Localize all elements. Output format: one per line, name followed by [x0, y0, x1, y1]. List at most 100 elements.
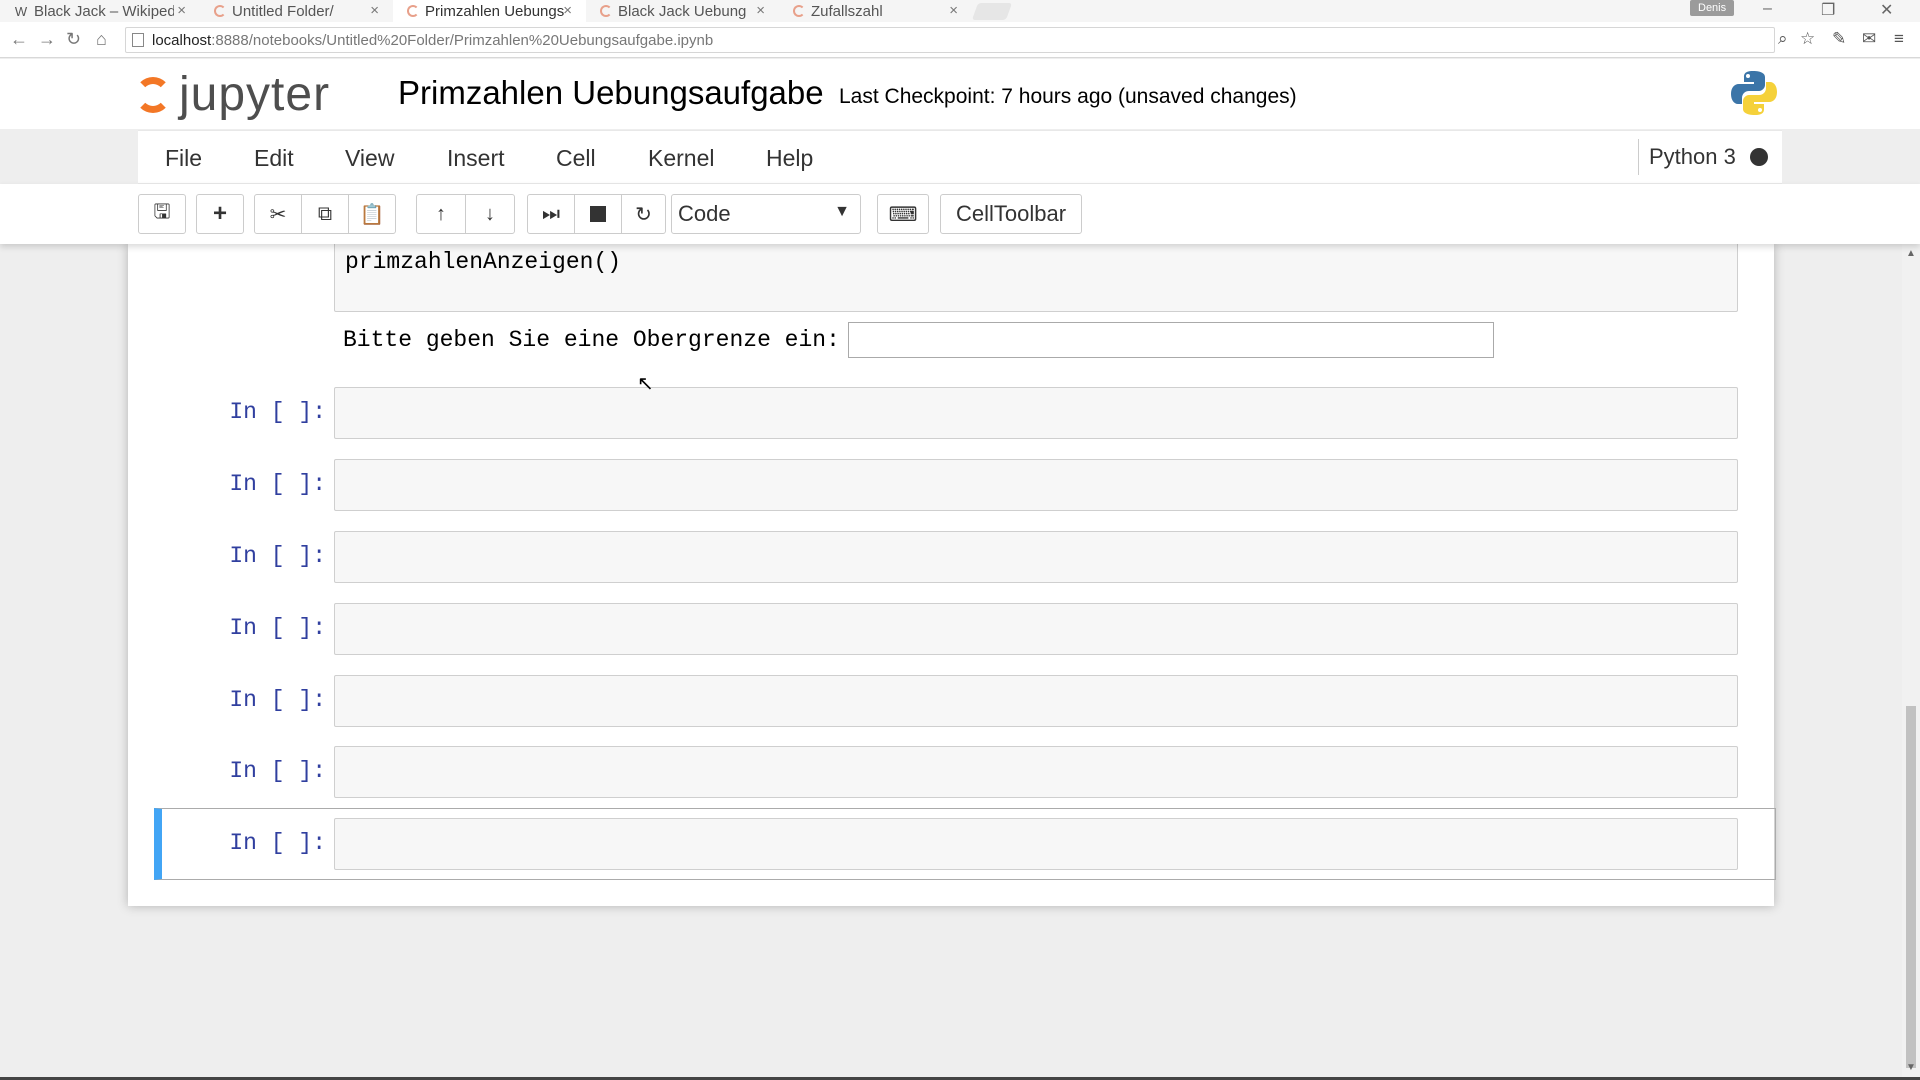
- menu-edit[interactable]: Edit: [254, 145, 294, 172]
- tab-primzahlen[interactable]: Primzahlen Uebungs ×: [393, 0, 586, 22]
- scrollbar[interactable]: ▲ ▼: [1902, 244, 1920, 1080]
- loading-icon: [600, 5, 612, 17]
- code-cell[interactable]: In [ ]:: [156, 387, 1746, 441]
- code-input[interactable]: [334, 387, 1738, 439]
- code-cell[interactable]: In [ ]:: [156, 746, 1746, 800]
- close-icon[interactable]: ×: [563, 2, 572, 19]
- cut-button[interactable]: ✂: [254, 194, 302, 234]
- url-host: localhost: [152, 31, 212, 49]
- reload-icon[interactable]: ↻: [66, 29, 81, 50]
- scissors-icon: ✂: [269, 203, 287, 226]
- tab-label: Zufallszahl: [811, 2, 883, 20]
- tab-label: Black Jack Uebung: [618, 2, 747, 20]
- notebook-name[interactable]: Primzahlen Uebungsaufgabe: [398, 74, 824, 112]
- cell-prompt: In [ ]:: [229, 543, 326, 569]
- run-button[interactable]: ⏭: [527, 194, 575, 234]
- new-tab-button[interactable]: [971, 3, 1013, 20]
- arrow-down-icon: ↓: [485, 202, 495, 225]
- menu-help[interactable]: Help: [766, 145, 813, 172]
- celltoolbar-button[interactable]: CellToolbar: [940, 194, 1082, 234]
- code-cell-selected[interactable]: In [ ]:: [156, 818, 1746, 872]
- scroll-thumb[interactable]: [1906, 706, 1916, 1068]
- refresh-icon: ↻: [635, 203, 652, 226]
- code-input[interactable]: primzahlenAnzeigen(): [334, 232, 1738, 312]
- menu-cell[interactable]: Cell: [556, 145, 596, 172]
- zoom-icon[interactable]: ⌕: [1778, 29, 1788, 49]
- tab-black-jack-wikipedia[interactable]: W Black Jack – Wikipedia ×: [0, 0, 200, 22]
- browser-tab-bar: W Black Jack – Wikipedia × Untitled Fold…: [0, 0, 1920, 22]
- copy-button[interactable]: ⧉: [301, 194, 349, 234]
- interrupt-button[interactable]: [574, 194, 622, 234]
- command-palette-button[interactable]: ⌨: [877, 194, 929, 234]
- code-input[interactable]: [334, 603, 1738, 655]
- cell-prompt: In [ ]:: [229, 399, 326, 425]
- stop-icon: [590, 206, 606, 222]
- menu-file[interactable]: File: [165, 145, 202, 172]
- forward-icon[interactable]: →: [38, 29, 56, 50]
- save-icon: 🖫: [153, 201, 171, 223]
- cell-prompt: In [ ]:: [229, 615, 326, 641]
- loading-icon: [793, 5, 805, 17]
- kernel-busy-icon: [1749, 148, 1768, 166]
- python-logo-icon: [1731, 71, 1777, 115]
- move-down-button[interactable]: ↓: [465, 194, 515, 234]
- menu-icon[interactable]: ≡: [1894, 29, 1904, 49]
- menu-view[interactable]: View: [345, 145, 394, 172]
- loading-icon: [214, 5, 226, 17]
- raw-input-field[interactable]: [848, 322, 1494, 358]
- tab-black-jack-uebung[interactable]: Black Jack Uebung ×: [586, 0, 779, 22]
- plus-icon: +: [212, 200, 227, 227]
- code-cell[interactable]: In [ ]:: [156, 675, 1746, 729]
- close-window-icon[interactable]: ✕: [1880, 0, 1893, 20]
- notebook-container: primzahlenAnzeigen() Bitte geben Sie ein…: [128, 232, 1776, 906]
- jupyter-logo[interactable]: jupyter: [135, 67, 330, 122]
- output-prompt-text: Bitte geben Sie eine Obergrenze ein:: [343, 327, 840, 353]
- code-cell[interactable]: In [ ]:: [156, 603, 1746, 657]
- code-input[interactable]: [334, 531, 1738, 583]
- menu-insert[interactable]: Insert: [447, 145, 505, 172]
- back-icon[interactable]: ←: [10, 29, 28, 50]
- scroll-down-icon[interactable]: ▼: [1906, 1062, 1916, 1073]
- tab-label: Untitled Folder/: [232, 2, 334, 20]
- mouse-cursor-icon: ↖: [637, 373, 654, 395]
- extension-icon[interactable]: ✎: [1832, 29, 1846, 49]
- scroll-up-icon[interactable]: ▲: [1906, 248, 1916, 259]
- url-field[interactable]: localhost :8888/notebooks/Untitled%20Fol…: [125, 27, 1775, 53]
- bookmark-star-icon[interactable]: ☆: [1800, 29, 1815, 49]
- close-icon[interactable]: ×: [370, 2, 379, 19]
- keyboard-icon: ⌨: [888, 203, 918, 226]
- page-icon: [132, 33, 144, 47]
- step-forward-icon: ⏭: [542, 202, 560, 225]
- tab-label: Primzahlen Uebungs: [425, 2, 565, 20]
- toolbar: 🖫 + ✂ ⧉ 📋 ↑ ↓ ⏭ ↻ Code ▼ ⌨ CellToolbar: [0, 184, 1920, 244]
- tab-zufallszahl[interactable]: Zufallszahl ×: [779, 0, 972, 22]
- code-input[interactable]: [334, 746, 1738, 798]
- paste-button[interactable]: 📋: [348, 194, 396, 234]
- close-icon[interactable]: ×: [949, 2, 958, 19]
- cell-prompt: In [ ]:: [229, 471, 326, 497]
- home-icon[interactable]: ⌂: [96, 29, 107, 50]
- cell-type-value: Code: [678, 201, 731, 226]
- restore-icon[interactable]: ❐: [1821, 0, 1835, 20]
- restart-button[interactable]: ↻: [621, 194, 666, 234]
- mail-icon[interactable]: ✉: [1862, 29, 1876, 49]
- insert-cell-button[interactable]: +: [196, 194, 244, 234]
- save-button[interactable]: 🖫: [138, 194, 186, 234]
- minimize-icon[interactable]: –: [1763, 0, 1772, 18]
- tab-untitled-folder[interactable]: Untitled Folder/ ×: [200, 0, 393, 22]
- jupyter-header: jupyter Primzahlen Uebungsaufgabe Last C…: [0, 59, 1920, 129]
- code-cell-executing: primzahlenAnzeigen() Bitte geben Sie ein…: [156, 232, 1746, 358]
- code-input[interactable]: [334, 818, 1738, 870]
- move-up-button[interactable]: ↑: [416, 194, 466, 234]
- code-input[interactable]: [334, 675, 1738, 727]
- profile-badge[interactable]: Denis: [1690, 0, 1735, 16]
- code-cell[interactable]: In [ ]:: [156, 459, 1746, 513]
- menu-bar: File Edit View Insert Cell Kernel Help P…: [138, 130, 1782, 184]
- close-icon[interactable]: ×: [756, 2, 765, 19]
- code-input[interactable]: [334, 459, 1738, 511]
- menu-kernel[interactable]: Kernel: [648, 145, 714, 172]
- cell-type-select[interactable]: Code ▼: [671, 194, 861, 234]
- close-icon[interactable]: ×: [177, 2, 186, 19]
- paste-icon: 📋: [359, 203, 385, 226]
- code-cell[interactable]: In [ ]:: [156, 531, 1746, 585]
